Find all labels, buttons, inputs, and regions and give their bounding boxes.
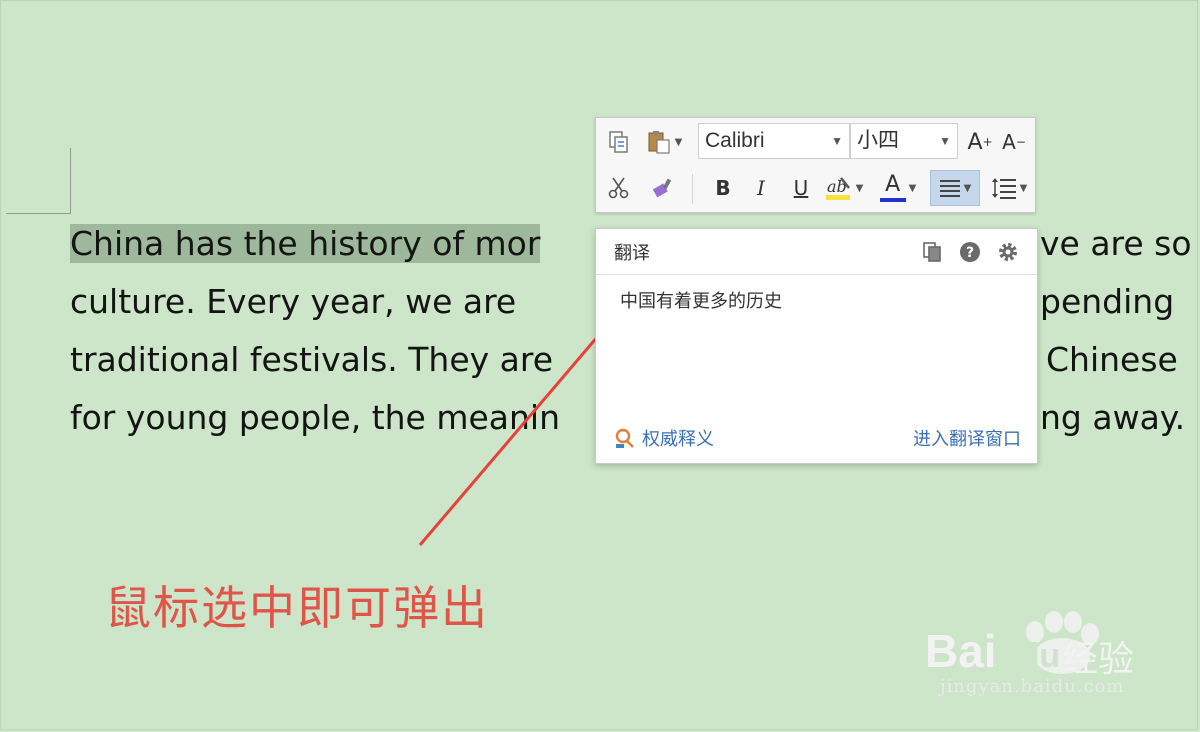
authority-definition-link[interactable]: 权威释义 bbox=[614, 425, 714, 451]
font-size-select[interactable]: 小四 ▼ bbox=[850, 123, 958, 159]
copy-icon bbox=[609, 131, 628, 153]
shrink-font-icon: A bbox=[1002, 130, 1016, 154]
settings-button[interactable] bbox=[996, 240, 1020, 264]
font-color-letter: A bbox=[885, 172, 901, 197]
highlighter-icon: ab bbox=[825, 177, 850, 200]
align-dropdown-icon[interactable]: ▼ bbox=[964, 183, 972, 194]
font-size-value: 小四 bbox=[857, 129, 899, 152]
shrink-font-button[interactable]: A − bbox=[998, 124, 1030, 160]
annotation-caption: 鼠标选中即可弹出 bbox=[105, 581, 489, 635]
align-button[interactable]: ▼ bbox=[930, 170, 980, 206]
font-color-icon: A bbox=[879, 172, 906, 202]
gear-icon bbox=[999, 243, 1017, 261]
line-spacing-icon bbox=[991, 178, 1016, 199]
font-color-dropdown-icon[interactable]: ▼ bbox=[909, 183, 917, 194]
chevron-down-icon: ▼ bbox=[831, 134, 843, 148]
paste-dropdown-icon[interactable]: ▼ bbox=[675, 137, 683, 148]
copy-icon bbox=[923, 242, 941, 262]
paste-icon bbox=[648, 131, 670, 154]
watermark-brand-du: du bbox=[1018, 637, 1061, 675]
underline-button[interactable]: U bbox=[786, 170, 816, 206]
scissors-icon bbox=[608, 177, 629, 199]
line-spacing-button[interactable]: ▼ bbox=[986, 170, 1032, 206]
grow-font-icon: A bbox=[967, 129, 983, 155]
cut-button[interactable] bbox=[602, 170, 636, 206]
format-painter-button[interactable] bbox=[644, 170, 682, 206]
open-translation-window-link[interactable]: 进入翻译窗口 bbox=[913, 425, 1021, 451]
highlight-dropdown-icon[interactable]: ▼ bbox=[856, 183, 864, 194]
watermark-jingyan: 经验 bbox=[1062, 639, 1135, 680]
help-icon: ? bbox=[960, 242, 980, 262]
grow-font-mark: + bbox=[982, 135, 993, 149]
watermark-brand: Bai du bbox=[925, 624, 1060, 678]
align-justify-icon bbox=[939, 180, 960, 197]
chevron-down-icon: ▼ bbox=[939, 134, 951, 148]
copy-translation-button[interactable] bbox=[920, 240, 944, 264]
font-color-swatch bbox=[879, 198, 906, 202]
translation-result[interactable]: 中国有着更多的历史 bbox=[620, 287, 782, 313]
toolbar-separator bbox=[692, 174, 693, 204]
line-spacing-dropdown-icon[interactable]: ▼ bbox=[1020, 183, 1028, 194]
watermark-url: jingyan.baidu.com bbox=[940, 676, 1125, 697]
svg-text:?: ? bbox=[966, 245, 974, 261]
translation-popup-header: 翻译 ? bbox=[596, 229, 1037, 275]
grow-font-button[interactable]: A + bbox=[964, 124, 996, 160]
copy-button[interactable] bbox=[602, 124, 636, 160]
format-painter-icon bbox=[652, 178, 672, 198]
translation-popup: 翻译 ? 中国有着更多的历史 权威释义 进入翻译窗口 bbox=[595, 228, 1038, 464]
highlight-button[interactable]: ab ▼ bbox=[822, 170, 866, 206]
font-name-value: Calibri bbox=[705, 129, 765, 152]
shrink-font-mark: − bbox=[1015, 135, 1026, 149]
paste-button[interactable]: ▼ bbox=[640, 124, 688, 160]
translation-popup-title: 翻译 bbox=[614, 243, 650, 264]
help-button[interactable]: ? bbox=[958, 240, 982, 264]
font-name-select[interactable]: Calibri ▼ bbox=[698, 123, 850, 159]
search-person-icon bbox=[615, 428, 634, 448]
mini-toolbar: ▼ Calibri ▼ 小四 ▼ A + A − B I U ab ▼ A ▼ ▼ … bbox=[595, 117, 1036, 213]
italic-button[interactable]: I bbox=[746, 170, 776, 206]
watermark-brand-bai: Bai bbox=[925, 625, 997, 677]
font-color-button[interactable]: A ▼ bbox=[876, 170, 920, 206]
bold-button[interactable]: B bbox=[708, 170, 738, 206]
authority-definition-label: 权威释义 bbox=[642, 429, 714, 450]
